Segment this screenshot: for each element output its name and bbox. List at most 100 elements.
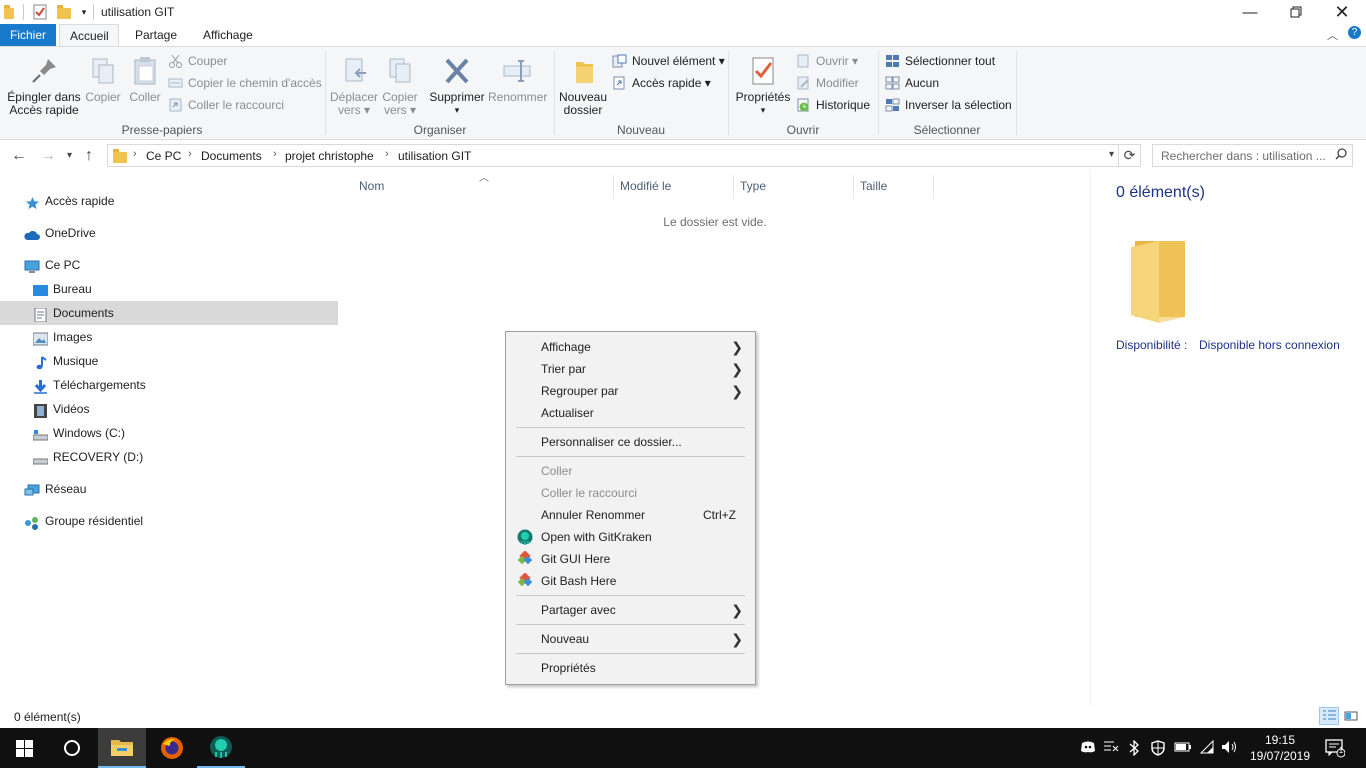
new-item-button[interactable]: Nouvel élément ▾ — [612, 52, 725, 70]
nav-item-windows-c[interactable]: Windows (C:) — [0, 421, 338, 445]
pin-quick-access-button[interactable]: Épingler dans Accès rapide — [4, 55, 84, 117]
start-button[interactable] — [0, 728, 48, 768]
input-method-icon[interactable] — [1103, 740, 1119, 757]
action-center-icon[interactable]: 1 — [1325, 738, 1346, 761]
menu-item-coller[interactable]: Coller — [508, 460, 753, 482]
large-icons-view-icon[interactable] — [1341, 707, 1361, 725]
back-arrow-icon[interactable]: ← — [11, 147, 27, 165]
menu-item-affichage[interactable]: Affichage ❯ — [508, 336, 753, 358]
menu-item-git-bash[interactable]: Git Bash Here — [508, 570, 753, 592]
breadcrumb-separator-icon[interactable]: › — [188, 148, 192, 160]
tab-partage[interactable]: Partage — [125, 24, 187, 46]
tab-accueil[interactable]: Accueil — [59, 24, 119, 47]
breadcrumb-separator-icon[interactable]: › — [273, 148, 277, 160]
restore-button[interactable] — [1273, 0, 1319, 24]
nav-item-bureau[interactable]: Bureau — [0, 277, 338, 301]
column-header-modifie-le[interactable]: Modifié le — [620, 179, 671, 199]
wifi-icon[interactable] — [1199, 739, 1215, 757]
battery-icon[interactable] — [1174, 740, 1192, 757]
new-folder-qa-icon[interactable] — [56, 4, 72, 20]
menu-item-open-gitkraken[interactable]: Open with GitKraken — [508, 526, 753, 548]
nav-item-onedrive[interactable]: OneDrive — [0, 221, 338, 245]
copy-button[interactable]: Copier — [84, 55, 122, 104]
menu-item-partager-avec[interactable]: Partager avec ❯ — [508, 599, 753, 621]
history-button[interactable]: Historique — [796, 96, 870, 114]
tab-fichier[interactable]: Fichier — [0, 24, 56, 46]
nav-item-ce-pc[interactable]: Ce PC — [0, 253, 338, 277]
nav-item-reseau[interactable]: Réseau — [0, 477, 338, 501]
properties-qa-icon[interactable] — [32, 4, 48, 20]
breadcrumb-projet-christophe[interactable]: projet christophe — [285, 149, 374, 163]
select-all-button[interactable]: Sélectionner tout — [885, 52, 995, 70]
details-view-icon[interactable] — [1319, 707, 1339, 725]
taskbar-gitkraken[interactable] — [197, 728, 245, 768]
refresh-icon[interactable]: ⟳ — [1119, 144, 1141, 167]
nav-item-images[interactable]: Images — [0, 325, 338, 349]
address-bar[interactable]: › Ce PC › Documents › projet christophe … — [107, 144, 1119, 167]
menu-item-actualiser[interactable]: Actualiser — [508, 402, 753, 424]
column-separator[interactable] — [853, 175, 854, 199]
copy-path-button[interactable]: Copier le chemin d'accès — [168, 74, 322, 92]
copy-to-button[interactable]: Copier vers ▾ — [378, 55, 422, 117]
breadcrumb-documents[interactable]: Documents — [201, 149, 262, 163]
properties-dropdown-icon[interactable]: ▾ — [734, 104, 792, 117]
bluetooth-icon[interactable] — [1128, 739, 1140, 759]
rename-button[interactable]: Renommer — [488, 55, 547, 104]
nav-item-musique[interactable]: Musique — [0, 349, 338, 373]
menu-item-annuler-renommer[interactable]: Annuler Renommer Ctrl+Z — [508, 504, 753, 526]
minimize-button[interactable]: — — [1227, 0, 1273, 24]
breadcrumb-utilisation-git[interactable]: utilisation GIT — [398, 149, 471, 163]
open-button[interactable]: Ouvrir ▾ — [796, 52, 858, 70]
paste-shortcut-button[interactable]: Coller le raccourci — [168, 96, 284, 114]
volume-icon[interactable] — [1221, 740, 1239, 757]
breadcrumb-ce-pc[interactable]: Ce PC — [146, 149, 181, 163]
column-header-taille[interactable]: Taille — [860, 179, 887, 199]
menu-item-trier-par[interactable]: Trier par ❯ — [508, 358, 753, 380]
column-separator[interactable] — [733, 175, 734, 199]
quick-access-new-button[interactable]: Accès rapide ▾ — [612, 74, 711, 92]
system-clock[interactable]: 19:15 19/07/2019 — [1240, 732, 1320, 764]
invert-selection-button[interactable]: Inverser la sélection — [885, 96, 1012, 114]
column-header-nom[interactable]: Nom — [359, 179, 384, 199]
forward-arrow-icon[interactable]: → — [40, 147, 56, 165]
menu-item-coller-raccourci[interactable]: Coller le raccourci — [508, 482, 753, 504]
recent-locations-chevron-icon[interactable]: ▾ — [67, 150, 72, 161]
cut-button[interactable]: Couper — [168, 52, 227, 70]
up-arrow-icon[interactable]: ↑ — [85, 147, 93, 165]
column-header-type[interactable]: Type — [740, 179, 766, 199]
properties-button[interactable]: Propriétés ▾ — [734, 55, 792, 117]
nav-item-groupe-residentiel[interactable]: Groupe résidentiel — [0, 509, 338, 533]
new-folder-button[interactable]: Nouveau dossier — [558, 55, 608, 117]
tab-affichage[interactable]: Affichage — [193, 24, 263, 46]
nav-item-telechargements[interactable]: Téléchargements — [0, 373, 338, 397]
search-taskbar-button[interactable] — [48, 728, 96, 768]
close-button[interactable]: ✕ — [1319, 0, 1365, 24]
menu-item-personnaliser[interactable]: Personnaliser ce dossier... — [508, 431, 753, 453]
breadcrumb-separator-icon[interactable]: › — [385, 148, 389, 160]
nav-item-recovery-d[interactable]: RECOVERY (D:) — [0, 445, 338, 469]
menu-item-nouveau[interactable]: Nouveau ❯ — [508, 628, 753, 650]
taskbar-file-explorer[interactable] — [98, 728, 146, 768]
collapse-ribbon-icon[interactable]: ︿ — [1327, 27, 1338, 43]
nav-item-acces-rapide[interactable]: Accès rapide — [0, 189, 338, 213]
customize-qa-icon[interactable]: ▾ — [76, 4, 92, 20]
edit-button[interactable]: Modifier — [796, 74, 859, 92]
menu-item-proprietes[interactable]: Propriétés — [508, 657, 753, 679]
taskbar-firefox[interactable] — [148, 728, 196, 768]
delete-button[interactable]: Supprimer ▾ — [428, 55, 486, 117]
delete-dropdown-icon[interactable]: ▾ — [428, 104, 486, 117]
defender-shield-icon[interactable] — [1151, 740, 1165, 759]
paste-button[interactable]: Coller — [126, 55, 164, 104]
move-to-button[interactable]: Déplacer vers ▾ — [330, 55, 378, 117]
nav-item-videos[interactable]: Vidéos — [0, 397, 338, 421]
select-none-button[interactable]: Aucun — [885, 74, 939, 92]
search-input[interactable]: Rechercher dans : utilisation ... — [1152, 144, 1353, 167]
column-separator[interactable] — [613, 175, 614, 199]
breadcrumb-separator-icon[interactable]: › — [133, 148, 137, 160]
menu-item-regrouper-par[interactable]: Regrouper par ❯ — [508, 380, 753, 402]
menu-item-git-gui[interactable]: Git GUI Here — [508, 548, 753, 570]
help-icon[interactable]: ? — [1348, 26, 1361, 39]
discord-icon[interactable] — [1080, 740, 1096, 757]
address-dropdown-icon[interactable]: ▾ — [1109, 149, 1114, 160]
column-separator[interactable] — [933, 175, 934, 199]
